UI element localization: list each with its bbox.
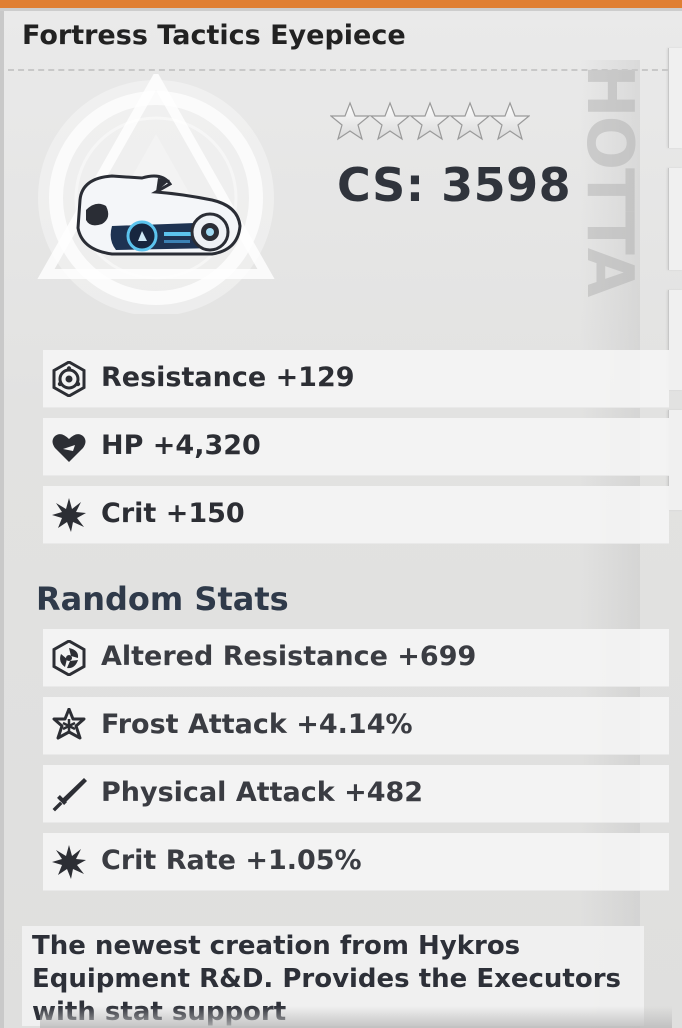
stat-row-resistance: Resistance +129 <box>43 350 669 408</box>
stat-label: Crit Rate +1.05% <box>101 845 362 876</box>
stat-label: Altered Resistance +699 <box>101 641 477 672</box>
stat-row-physical-attack: Physical Attack +482 <box>43 765 669 823</box>
crit-burst-icon <box>52 498 86 532</box>
star-icon <box>409 101 451 141</box>
resistance-icon <box>52 361 86 397</box>
random-stats-heading: Random Stats <box>36 580 289 618</box>
stat-row-crit: Crit +150 <box>43 486 669 544</box>
crit-burst-icon <box>52 845 86 879</box>
combat-score: CS: 3598 <box>337 158 572 212</box>
heart-icon <box>52 434 86 462</box>
stat-row-frost-attack: Frost Attack +4.14% <box>43 697 669 755</box>
side-tab-2[interactable] <box>668 168 682 270</box>
star-icon <box>449 101 491 141</box>
star-icon <box>489 101 530 141</box>
top-accent-bar <box>0 0 682 8</box>
stat-label: Physical Attack +482 <box>101 777 424 808</box>
frost-attack-icon <box>52 708 86 740</box>
sword-icon <box>52 778 87 812</box>
stat-row-hp: HP +4,320 <box>43 418 669 476</box>
top-bar-shade <box>0 8 682 11</box>
item-detail-panel: HOTTA Fortress Tactics Eyepiece CS: 3598… <box>0 0 682 1028</box>
altered-resistance-icon <box>52 640 86 676</box>
stat-label: Frost Attack +4.14% <box>101 709 413 740</box>
left-edge <box>0 11 4 1028</box>
rating-stars <box>330 101 530 141</box>
item-title: Fortress Tactics Eyepiece <box>22 20 406 51</box>
stat-row-altered-resistance: Altered Resistance +699 <box>43 629 669 687</box>
stat-row-crit-rate: Crit Rate +1.05% <box>43 833 669 891</box>
star-icon <box>330 101 371 141</box>
side-tab-4[interactable] <box>668 410 682 510</box>
side-tab-3[interactable] <box>668 290 682 390</box>
scroll-fade <box>40 1006 672 1028</box>
stat-label: HP +4,320 <box>101 430 261 461</box>
eyepiece-item-icon <box>76 174 242 256</box>
stat-label: Resistance +129 <box>101 362 355 393</box>
side-tab-1[interactable] <box>668 48 682 148</box>
star-icon <box>369 101 411 141</box>
watermark-logo: HOTTA <box>572 64 646 296</box>
title-divider <box>8 69 668 71</box>
stat-label: Crit +150 <box>101 498 245 529</box>
